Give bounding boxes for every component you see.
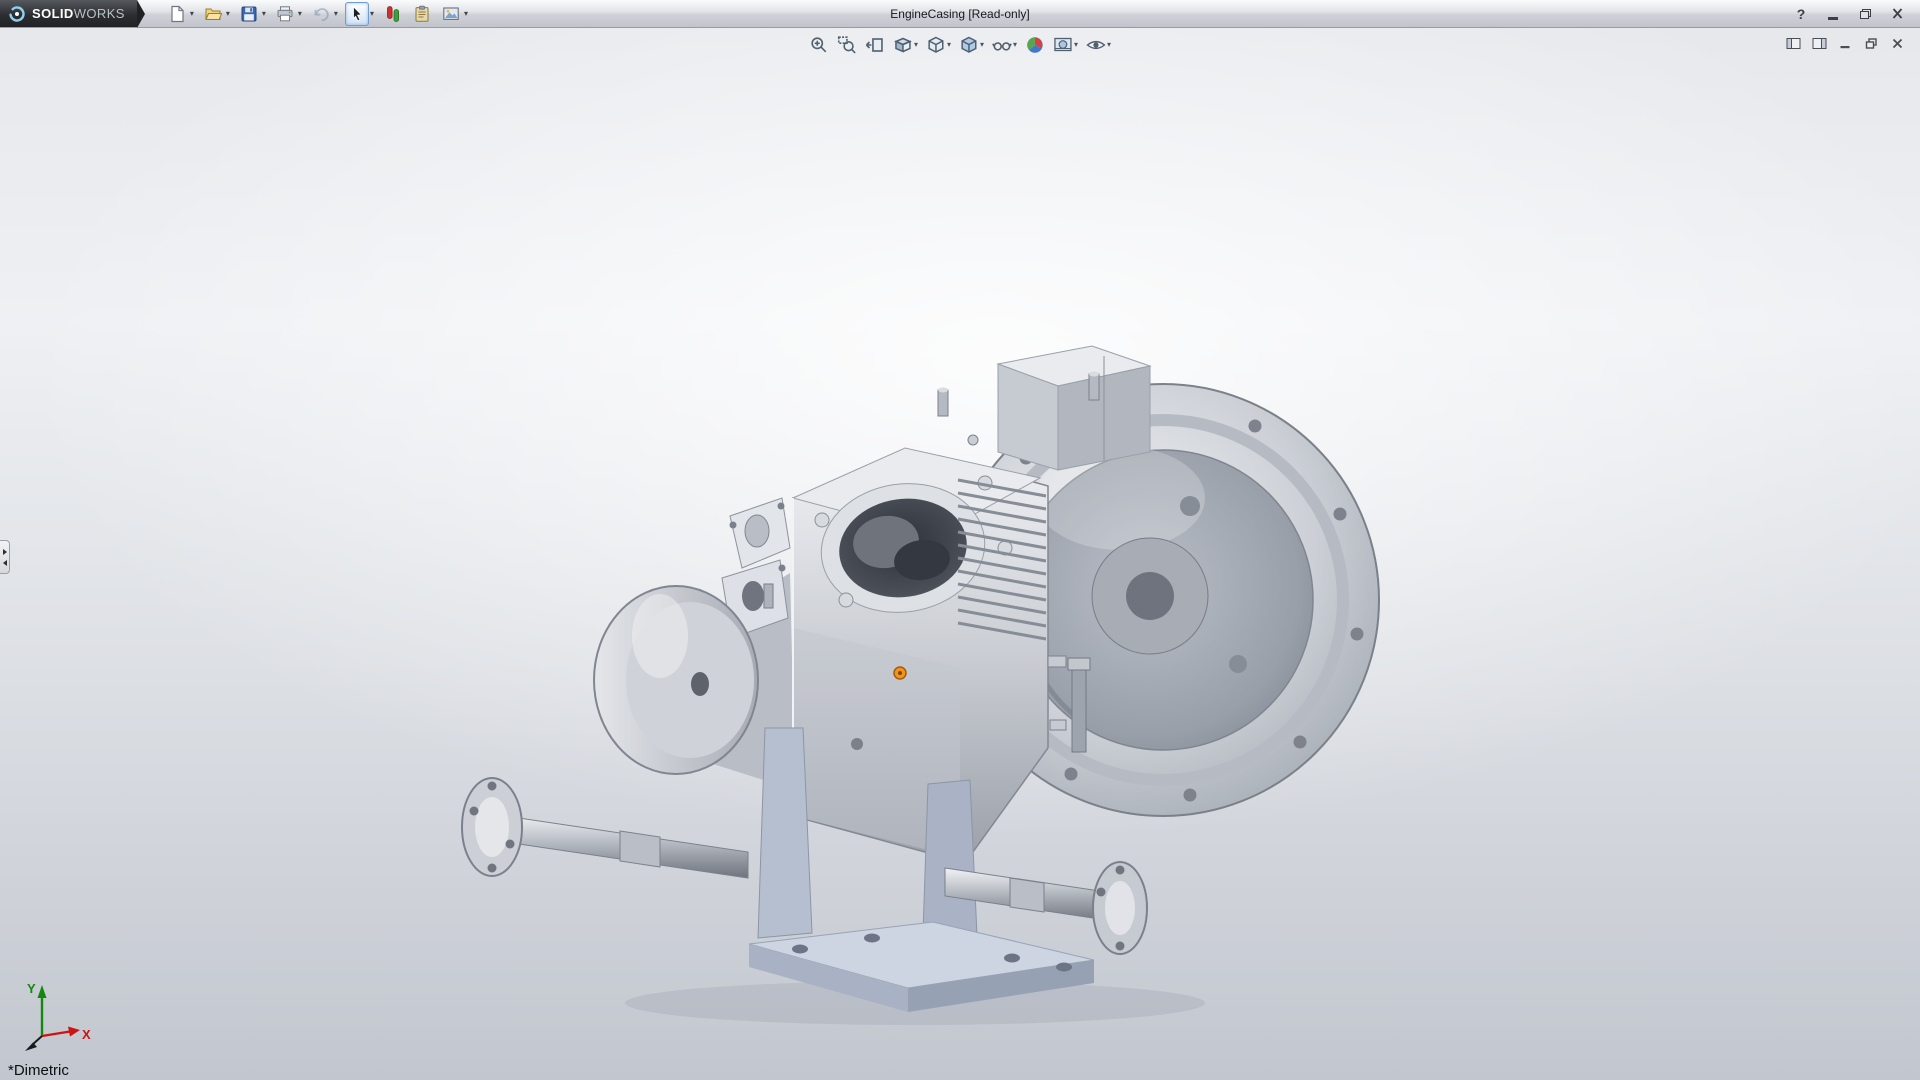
display-style-button[interactable]: ▾ (957, 34, 986, 56)
top-cover[interactable] (998, 346, 1150, 470)
dropdown-arrow-icon[interactable]: ▾ (1013, 41, 1017, 49)
section-view-button[interactable]: ▾ (891, 34, 920, 56)
select-cursor-icon (348, 5, 366, 23)
solidworks-window: SOLIDWORKS ▾ ▾ (0, 0, 1920, 1080)
file-properties-button[interactable] (410, 2, 434, 26)
save-button[interactable] (237, 2, 261, 26)
edit-appearance-icon (1025, 35, 1045, 55)
options-button[interactable] (439, 2, 463, 26)
brand-text: SOLIDWORKS (32, 6, 125, 21)
zoom-to-fit-button[interactable] (807, 34, 831, 56)
dropdown-arrow-icon[interactable]: ▾ (464, 10, 468, 18)
print-icon (276, 5, 294, 23)
document-close-icon (1890, 37, 1905, 50)
apply-scene-button[interactable]: ▾ (1051, 34, 1080, 56)
x-axis-arrow (68, 1027, 80, 1037)
document-restore-icon (1864, 37, 1879, 50)
document-close-button[interactable] (1889, 36, 1906, 51)
engine-casing-model[interactable] (0, 28, 1920, 1080)
dropdown-arrow-icon[interactable]: ▾ (1107, 41, 1111, 49)
dropdown-arrow-icon[interactable]: ▾ (190, 10, 194, 18)
window-title: EngineCasing [Read-only] (890, 7, 1029, 21)
open-folder-icon (204, 5, 222, 23)
solidworks-logo: SOLIDWORKS (0, 0, 137, 27)
dropdown-arrow-icon[interactable]: ▾ (914, 41, 918, 49)
undo-button[interactable] (309, 2, 333, 26)
minimize-button[interactable] (1822, 4, 1844, 24)
new-document-icon (168, 5, 186, 23)
heads-up-toolbar: ▾ ▾ ▾ (807, 34, 1113, 56)
save-icon (240, 5, 258, 23)
pane-right-icon (1812, 37, 1827, 50)
dropdown-arrow-icon[interactable]: ▾ (334, 10, 338, 18)
view-settings-button[interactable]: ▾ (1084, 34, 1113, 56)
titlebar: SOLIDWORKS ▾ ▾ (0, 0, 1920, 28)
document-window-controls (1785, 36, 1906, 51)
undo-icon (312, 5, 330, 23)
display-style-icon (959, 35, 979, 55)
hide-show-items-icon (992, 35, 1012, 55)
document-minimize-icon (1838, 37, 1853, 50)
open-button[interactable] (201, 2, 225, 26)
pane-right-button[interactable] (1811, 36, 1828, 51)
document-restore-button[interactable] (1863, 36, 1880, 51)
dropdown-arrow-icon[interactable]: ▾ (262, 10, 266, 18)
apply-scene-icon (1053, 35, 1073, 55)
edit-appearance-button[interactable] (1023, 34, 1047, 56)
dropdown-arrow-icon[interactable]: ▾ (298, 10, 302, 18)
hide-show-items-button[interactable]: ▾ (990, 34, 1019, 56)
window-controls: ? (1790, 4, 1920, 24)
view-orientation-icon (926, 35, 946, 55)
reference-triad: Y X (12, 972, 98, 1062)
pane-left-button[interactable] (1785, 36, 1802, 51)
display-toggle-button[interactable] (381, 2, 405, 26)
zoom-to-area-button[interactable] (835, 34, 859, 56)
document-minimize-button[interactable] (1837, 36, 1854, 51)
dropdown-arrow-icon[interactable]: ▾ (1074, 41, 1078, 49)
zoom-to-area-icon (837, 35, 857, 55)
left-shaft-assembly[interactable] (462, 778, 748, 878)
dropdown-arrow-icon[interactable]: ▾ (370, 10, 374, 18)
dropdown-arrow-icon[interactable]: ▾ (947, 41, 951, 49)
logo-notch (137, 0, 145, 28)
selection-marker[interactable] (894, 667, 906, 679)
new-document-button[interactable] (165, 2, 189, 26)
expand-right-icon (3, 549, 7, 555)
close-icon (1890, 7, 1905, 20)
feature-tree-collapsed-tab[interactable] (0, 540, 10, 574)
previous-view-button[interactable] (863, 34, 887, 56)
red-green-toggle-icon (384, 5, 402, 23)
side-cover-disc[interactable] (594, 586, 758, 774)
restore-icon (1860, 9, 1871, 19)
view-orientation-label: *Dimetric (8, 1062, 69, 1079)
clipboard-icon (413, 5, 431, 23)
image-options-icon (442, 5, 460, 23)
print-button[interactable] (273, 2, 297, 26)
section-view-icon (893, 35, 913, 55)
main-toolbar: ▾ ▾ (165, 2, 475, 26)
y-axis-arrow (38, 985, 47, 998)
pane-left-icon (1786, 37, 1801, 50)
dropdown-arrow-icon[interactable]: ▾ (226, 10, 230, 18)
zoom-to-fit-icon (809, 35, 829, 55)
3ds-logo-icon (8, 5, 26, 23)
view-settings-icon (1086, 35, 1106, 55)
previous-view-icon (865, 35, 885, 55)
dropdown-arrow-icon[interactable]: ▾ (980, 41, 984, 49)
restore-button[interactable] (1854, 4, 1876, 24)
view-orientation-button[interactable]: ▾ (924, 34, 953, 56)
minimize-icon (1828, 17, 1838, 20)
x-axis-label: X (82, 1027, 91, 1042)
y-axis-label: Y (27, 981, 36, 996)
close-button[interactable] (1886, 4, 1908, 24)
expand-left-icon (3, 560, 7, 566)
graphics-area[interactable]: ▾ ▾ ▾ (0, 28, 1920, 1080)
help-button[interactable]: ? (1790, 4, 1812, 24)
select-tool-button[interactable] (345, 2, 369, 26)
